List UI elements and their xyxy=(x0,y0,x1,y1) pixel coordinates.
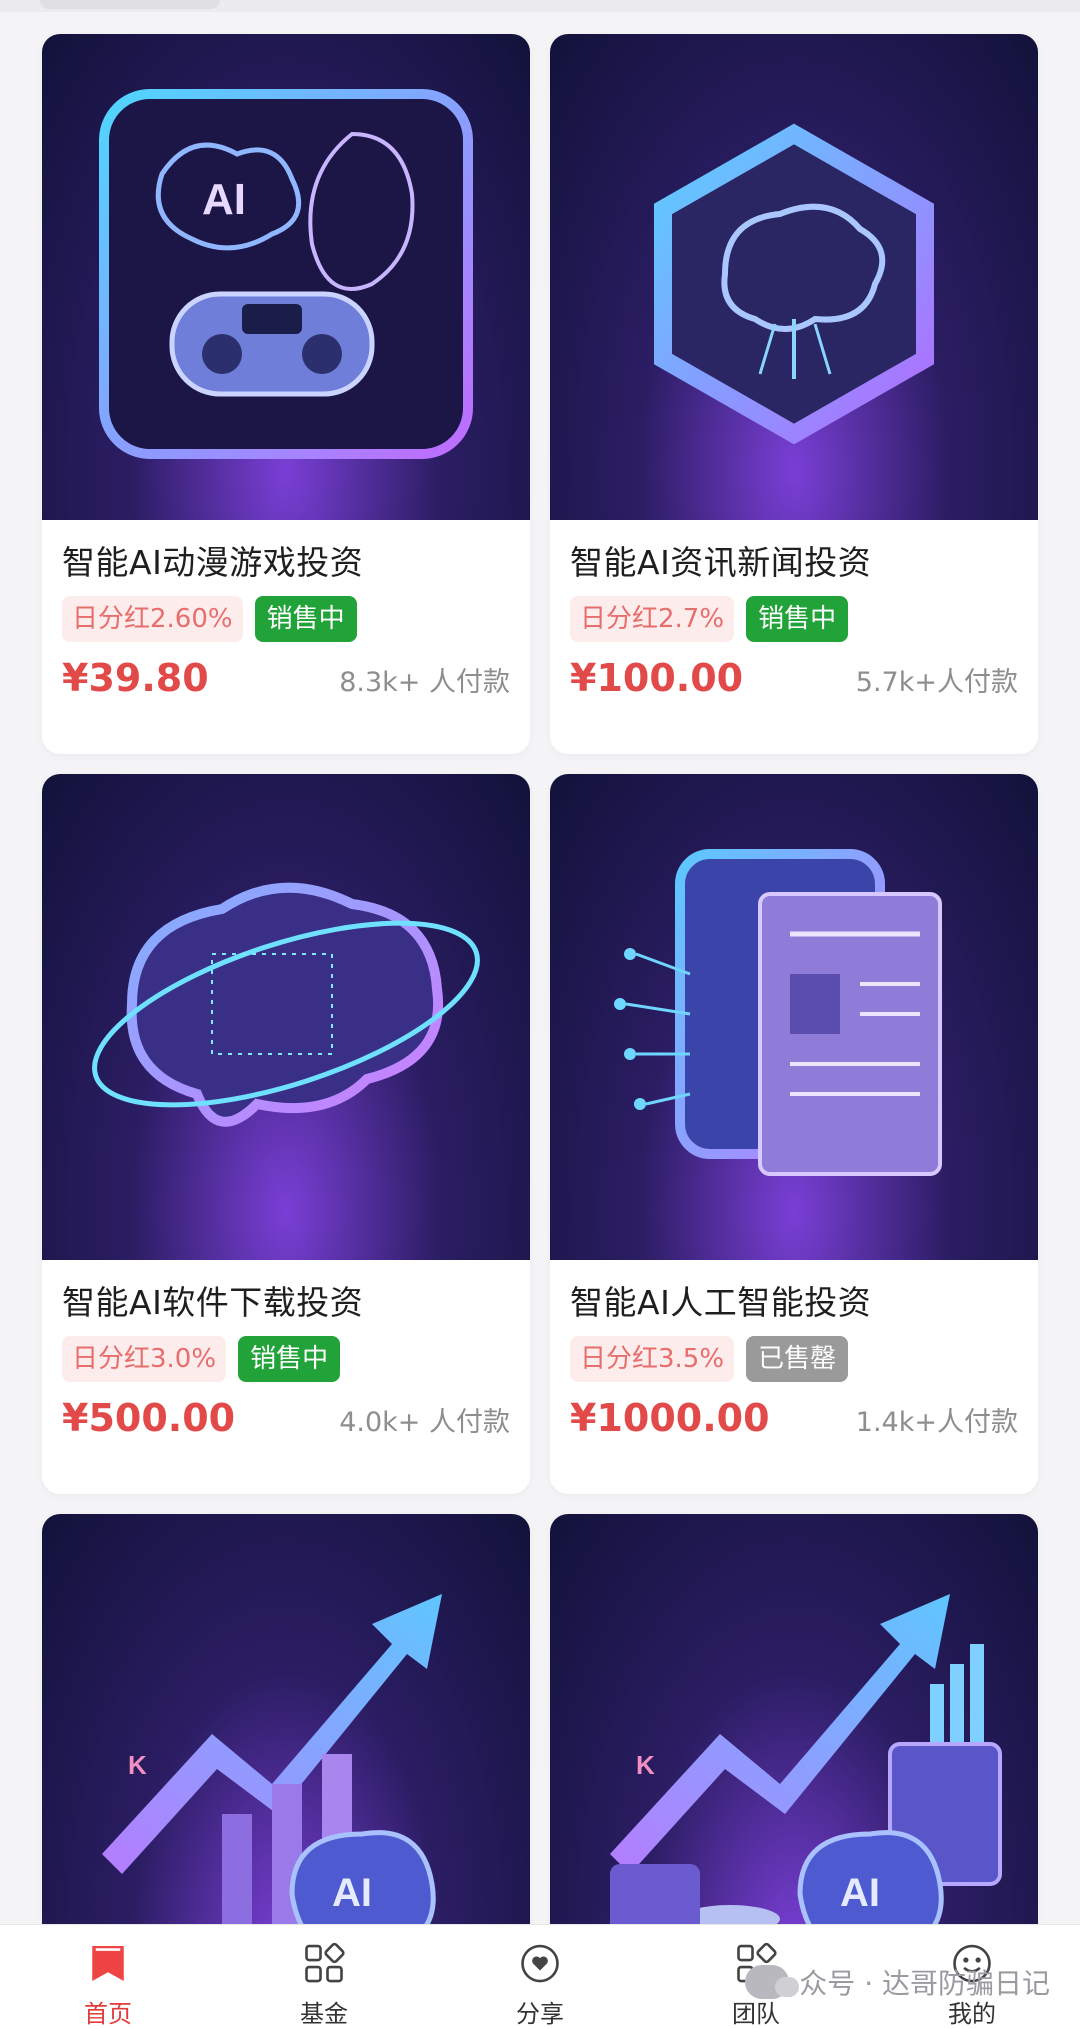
watermark-text: 众号 · 达哥防骗日记 xyxy=(799,1967,1050,2000)
product-info: 智能AI资讯新闻投资 日分红2.7% 销售中 ¥100.00 5.7k+人付款 xyxy=(550,520,1038,754)
dividend-badge: 日分红3.5% xyxy=(570,1336,735,1382)
status-badge: 已售罄 xyxy=(746,1336,849,1382)
product-price: ¥1000.00 xyxy=(570,1396,770,1440)
product-info: 智能AI动漫游戏投资 日分红2.60% 销售中 ¥39.80 8.3k+ 人付款 xyxy=(42,520,530,754)
product-price: ¥100.00 xyxy=(570,656,744,700)
product-tags: 日分红3.5% 已售罄 xyxy=(570,1336,1018,1382)
status-badge: 销售中 xyxy=(746,596,849,642)
buyer-count: 5.7k+人付款 xyxy=(855,667,1018,698)
buyer-count: 4.0k+ 人付款 xyxy=(339,1407,510,1438)
product-title: 智能AI动漫游戏投资 xyxy=(62,543,364,582)
newspaper-circuit-icon xyxy=(614,849,942,1176)
product-price: ¥39.80 xyxy=(62,656,209,700)
price-row: ¥39.80 8.3k+ 人付款 xyxy=(62,656,510,700)
tab-home[interactable]: 首页 xyxy=(28,1925,188,2029)
product-card[interactable]: 智能AI资讯新闻投资 日分红2.7% 销售中 ¥100.00 5.7k+人付款 xyxy=(550,34,1038,754)
product-grid: AI 智能AI动漫游戏投资 日分红2.60% 销售中 ¥39.80 8.3k+ … xyxy=(42,34,1038,2000)
wechat-icon xyxy=(745,1965,800,1999)
svg-text:K: K xyxy=(128,1750,147,1780)
top-edge-pill xyxy=(40,0,220,9)
product-info: 智能AI软件下载投资 日分红3.0% 销售中 ¥500.00 4.0k+ 人付款 xyxy=(42,1260,530,1494)
product-card[interactable]: 智能AI人工智能投资 日分红3.5% 已售罄 ¥1000.00 1.4k+人付款 xyxy=(550,774,1038,1494)
svg-text:K: K xyxy=(636,1750,655,1780)
price-row: ¥500.00 4.0k+ 人付款 xyxy=(62,1396,510,1440)
svg-text:AI: AI xyxy=(840,1871,880,1915)
buyer-count: 1.4k+人付款 xyxy=(855,1407,1018,1438)
top-edge xyxy=(0,0,1080,12)
status-badge: 销售中 xyxy=(254,596,357,642)
product-title: 智能AI人工智能投资 xyxy=(570,1283,872,1322)
brain-orbit-icon xyxy=(92,882,480,1127)
dividend-badge: 日分红3.0% xyxy=(62,1336,227,1382)
product-title: 智能AI软件下载投资 xyxy=(62,1283,364,1322)
tab-label: 分享 xyxy=(516,2000,564,2028)
watermark: 众号 · 达哥防骗日记 xyxy=(745,1962,1050,2002)
tab-label: 基金 xyxy=(300,2000,348,2028)
product-tags: 日分红2.60% 销售中 xyxy=(62,596,510,642)
dividend-badge: 日分红2.7% xyxy=(570,596,735,642)
buyer-count: 8.3k+ 人付款 xyxy=(339,667,510,698)
tab-label: 首页 xyxy=(84,2000,132,2028)
product-tags: 日分红2.7% 销售中 xyxy=(570,596,1018,642)
tab-share[interactable]: 分享 xyxy=(460,1925,620,2029)
status-badge: 销售中 xyxy=(238,1336,341,1382)
product-image[interactable]: AI xyxy=(42,34,530,520)
bookmark-icon xyxy=(92,1946,124,1981)
product-price: ¥500.00 xyxy=(62,1396,236,1440)
product-card[interactable]: AI 智能AI动漫游戏投资 日分红2.60% 销售中 ¥39.80 8.3k+ … xyxy=(42,34,530,754)
svg-text:AI: AI xyxy=(202,175,246,224)
ai-brain-gamepad-icon: AI xyxy=(99,89,473,459)
chat-heart-icon xyxy=(521,1944,559,1983)
price-row: ¥1000.00 1.4k+人付款 xyxy=(570,1396,1018,1440)
hexagon-brain-icon xyxy=(654,123,934,445)
product-tags: 日分红3.0% 销售中 xyxy=(62,1336,510,1382)
product-image[interactable] xyxy=(550,774,1038,1260)
product-image[interactable] xyxy=(42,774,530,1260)
dividend-badge: 日分红2.60% xyxy=(62,596,243,642)
product-info: 智能AI人工智能投资 日分红3.5% 已售罄 ¥1000.00 1.4k+人付款 xyxy=(550,1260,1038,1494)
product-image[interactable] xyxy=(550,34,1038,520)
grid-icon xyxy=(305,1942,345,1983)
price-row: ¥100.00 5.7k+人付款 xyxy=(570,656,1018,700)
tab-fund[interactable]: 基金 xyxy=(244,1925,404,2029)
product-title: 智能AI资讯新闻投资 xyxy=(570,543,872,582)
product-card[interactable]: 智能AI软件下载投资 日分红3.0% 销售中 ¥500.00 4.0k+ 人付款 xyxy=(42,774,530,1494)
svg-text:AI: AI xyxy=(332,1871,372,1915)
